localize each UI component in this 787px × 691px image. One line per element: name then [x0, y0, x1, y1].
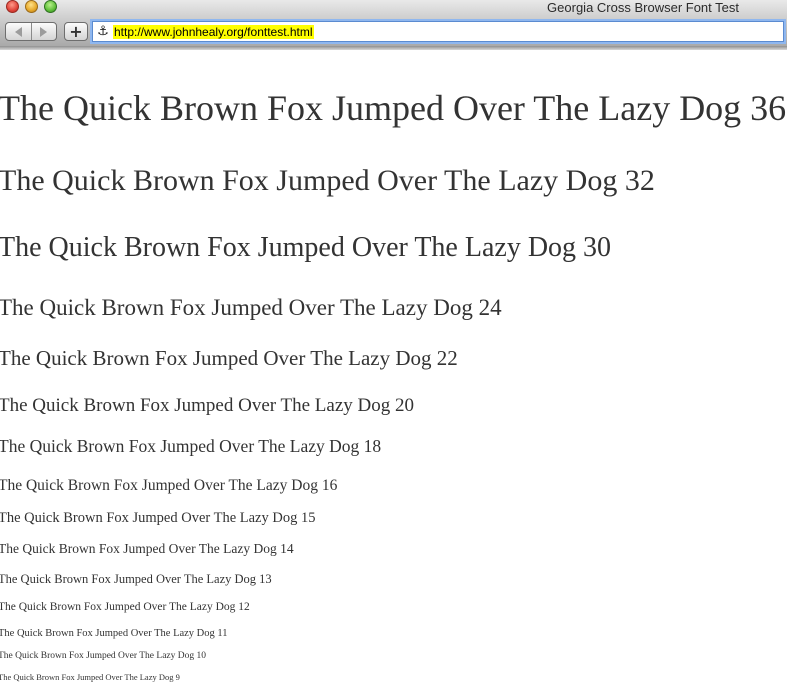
- zoom-window-icon[interactable]: [44, 0, 57, 13]
- font-sample-11: The Quick Brown Fox Jumped Over The Lazy…: [0, 628, 228, 639]
- font-sample-22: The Quick Brown Fox Jumped Over The Lazy…: [0, 346, 458, 370]
- browser-toolbar: + ⚓ http://www.johnhealy.org/fonttest.ht…: [0, 18, 787, 46]
- forward-button[interactable]: [31, 23, 56, 40]
- font-sample-9: The Quick Brown Fox Jumped Over The Lazy…: [0, 672, 180, 682]
- browser-window: Georgia Cross Browser Font Test + ⚓ http…: [0, 0, 787, 691]
- address-bar[interactable]: ⚓ http://www.johnhealy.org/fonttest.html: [92, 21, 784, 42]
- font-sample-20: The Quick Brown Fox Jumped Over The Lazy…: [0, 395, 414, 416]
- font-sample-15: The Quick Brown Fox Jumped Over The Lazy…: [0, 510, 316, 526]
- minimize-window-icon[interactable]: [25, 0, 38, 13]
- font-sample-18: The Quick Brown Fox Jumped Over The Lazy…: [0, 436, 382, 456]
- anchor-icon: ⚓: [97, 24, 109, 39]
- font-sample-12: The Quick Brown Fox Jumped Over The Lazy…: [0, 601, 250, 613]
- add-bookmark-button[interactable]: +: [64, 22, 88, 41]
- font-sample-36: The Quick Brown Fox Jumped Over The Lazy…: [0, 88, 787, 128]
- font-sample-10: The Quick Brown Fox Jumped Over The Lazy…: [0, 651, 206, 661]
- window-title: Georgia Cross Browser Font Test: [547, 0, 739, 15]
- title-bar[interactable]: Georgia Cross Browser Font Test: [0, 0, 787, 18]
- navigation-buttons: [5, 22, 57, 41]
- url-text[interactable]: http://www.johnhealy.org/fonttest.html: [113, 24, 314, 39]
- font-sample-30: The Quick Brown Fox Jumped Over The Lazy…: [0, 232, 612, 263]
- font-sample-16: The Quick Brown Fox Jumped Over The Lazy…: [0, 477, 338, 494]
- font-sample-32: The Quick Brown Fox Jumped Over The Lazy…: [0, 164, 655, 197]
- font-sample-24: The Quick Brown Fox Jumped Over The Lazy…: [0, 295, 502, 320]
- back-arrow-icon: [15, 26, 22, 37]
- font-sample-13: The Quick Brown Fox Jumped Over The Lazy…: [0, 572, 272, 586]
- font-sample-14: The Quick Brown Fox Jumped Over The Lazy…: [0, 541, 294, 556]
- back-button[interactable]: [6, 23, 32, 40]
- page-content: The Quick Brown Fox Jumped Over The Lazy…: [0, 50, 787, 691]
- forward-arrow-icon: [40, 26, 47, 37]
- close-window-icon[interactable]: [6, 0, 19, 13]
